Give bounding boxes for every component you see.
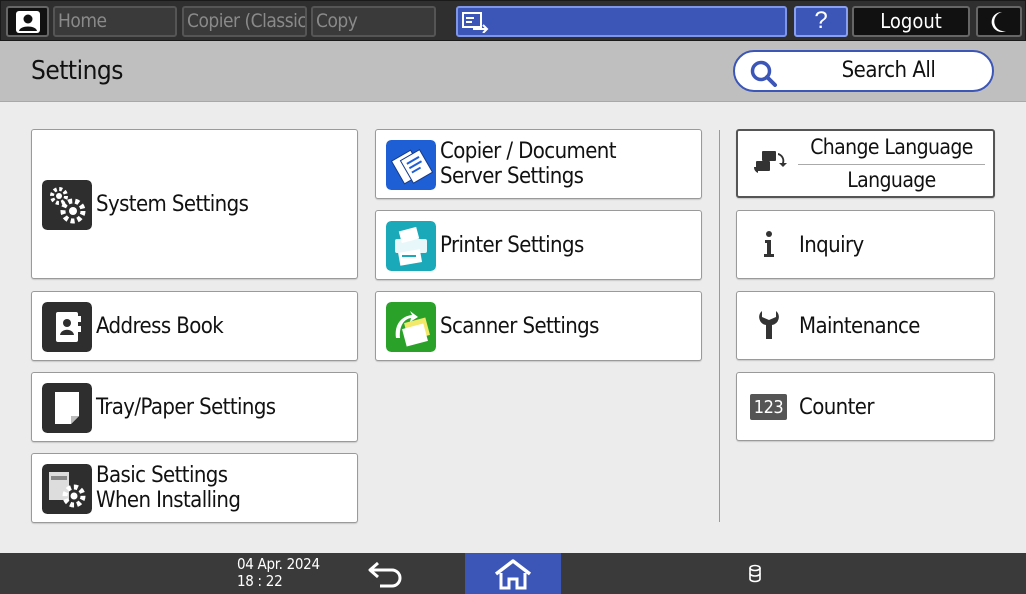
- copier-document-label-line1: Copier / Document: [440, 139, 617, 164]
- counter-icon: 123: [750, 394, 787, 420]
- energy-saver-button[interactable]: [976, 6, 1022, 37]
- search-all-button[interactable]: Search All: [733, 50, 994, 92]
- printer-icon: [386, 221, 436, 271]
- settings-panel: System Settings Address Book Tray/Paper …: [0, 102, 1026, 553]
- inquiry-button[interactable]: Inquiry: [736, 210, 995, 279]
- logout-button[interactable]: Logout: [852, 6, 970, 37]
- copier-document-label-line2: Server Settings: [440, 164, 584, 189]
- page-header: Settings Search All: [0, 41, 1026, 102]
- job-status-button[interactable]: [456, 6, 787, 37]
- address-book-icon: [42, 302, 92, 352]
- basic-settings-when-installing-button[interactable]: Basic Settings When Installing: [31, 453, 358, 523]
- back-arrow-icon: [368, 561, 402, 588]
- copier-document-server-settings-button[interactable]: Copier / Document Server Settings: [375, 129, 702, 199]
- bottom-bar: 04 Apr. 2024 18 : 22: [0, 553, 1026, 594]
- home-button[interactable]: [465, 553, 561, 594]
- inquiry-label: Inquiry: [799, 233, 864, 258]
- basic-settings-label-line1: Basic Settings: [96, 463, 228, 488]
- system-settings-label: System Settings: [96, 192, 249, 217]
- home-icon: [494, 558, 532, 589]
- page-title: Settings: [31, 56, 123, 86]
- date-time: 04 Apr. 2024 18 : 22: [237, 556, 320, 590]
- tab-copier-classic[interactable]: Copier (Classic): [182, 6, 307, 37]
- change-language-title: Change Language: [810, 135, 973, 159]
- change-language-separator: [798, 164, 985, 165]
- printer-settings-label: Printer Settings: [440, 233, 584, 258]
- basic-settings-icon: [42, 464, 92, 514]
- search-all-label: Search All: [841, 58, 936, 83]
- user-icon: [15, 10, 40, 33]
- current-language-value: Language: [847, 168, 936, 192]
- tray-paper-settings-label: Tray/Paper Settings: [96, 395, 276, 420]
- job-list-icon: [462, 12, 489, 33]
- scanner-icon: [386, 302, 436, 352]
- counter-label: Counter: [799, 395, 875, 420]
- help-button[interactable]: ?: [794, 6, 848, 37]
- scanner-settings-button[interactable]: Scanner Settings: [375, 291, 702, 361]
- copier-document-icon: [386, 140, 436, 190]
- time-text: 18 : 22: [237, 572, 283, 590]
- maintenance-button[interactable]: Maintenance: [736, 291, 995, 360]
- system-settings-button[interactable]: System Settings: [31, 129, 358, 279]
- moon-icon: [991, 11, 1006, 32]
- info-icon: [749, 229, 789, 259]
- address-book-button[interactable]: Address Book: [31, 291, 358, 361]
- storage-status-icon: [749, 564, 761, 583]
- tab-copy[interactable]: Copy: [311, 6, 436, 37]
- wrench-icon: [749, 310, 789, 340]
- change-language-icon: [750, 147, 790, 177]
- tab-home[interactable]: Home: [53, 6, 177, 37]
- search-icon: [750, 60, 777, 87]
- basic-settings-label-line2: When Installing: [96, 488, 241, 513]
- column-divider: [719, 130, 720, 522]
- top-bar: Home Copier (Classic) Copy ? Logout: [0, 0, 1026, 41]
- back-button[interactable]: [362, 556, 410, 592]
- basic-settings-label: Basic Settings When Installing: [96, 463, 241, 513]
- tray-paper-settings-button[interactable]: Tray/Paper Settings: [31, 372, 358, 442]
- user-button[interactable]: [6, 6, 49, 37]
- address-book-label: Address Book: [96, 314, 224, 339]
- date-text: 04 Apr. 2024: [237, 555, 320, 573]
- maintenance-label: Maintenance: [799, 314, 920, 339]
- printer-settings-button[interactable]: Printer Settings: [375, 210, 702, 280]
- copier-document-label: Copier / Document Server Settings: [440, 139, 617, 189]
- tray-paper-icon: [42, 383, 92, 433]
- counter-button[interactable]: 123 Counter: [736, 372, 995, 441]
- system-settings-icon: [42, 180, 92, 230]
- change-language-button[interactable]: Change Language Language: [736, 129, 995, 198]
- scanner-settings-label: Scanner Settings: [440, 314, 599, 339]
